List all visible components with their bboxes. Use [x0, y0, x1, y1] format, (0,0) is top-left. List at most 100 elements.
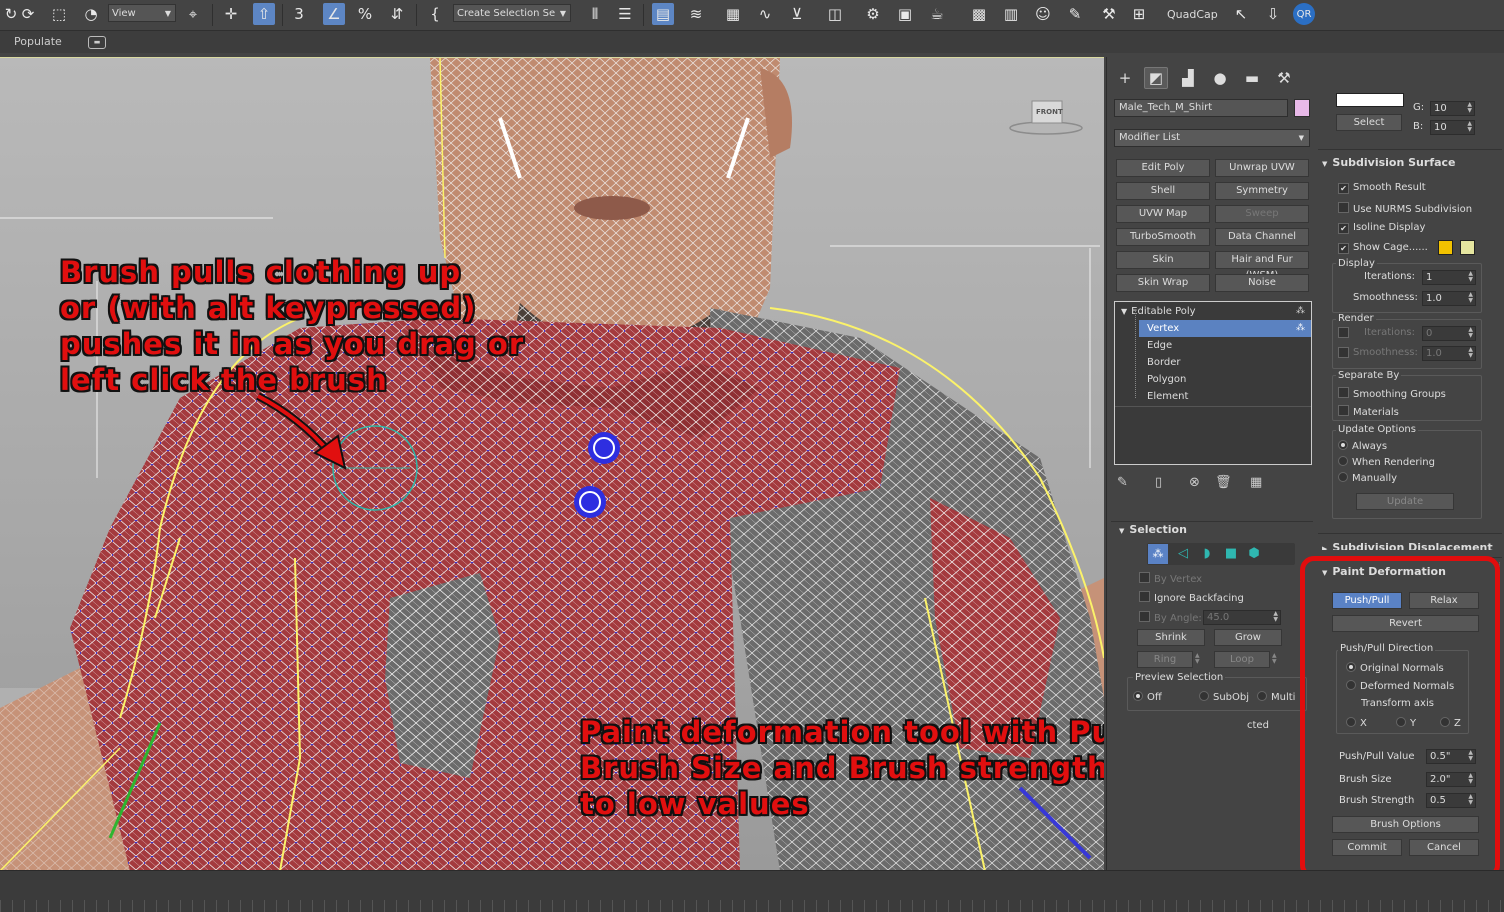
relax-button[interactable]: Relax: [1409, 592, 1479, 609]
modifier-button-skin-wrap[interactable]: Skin Wrap: [1116, 274, 1210, 292]
deformed-normals-radio[interactable]: Deformed Normals: [1346, 680, 1454, 693]
ribbon-toggle-icon[interactable]: ▬: [88, 36, 106, 49]
collapse-triangle-icon[interactable]: ▼: [1121, 307, 1127, 316]
by-angle-checkbox[interactable]: By Angle:: [1139, 611, 1202, 625]
layer-explorer-icon[interactable]: ≋: [685, 3, 707, 25]
modifier-button-turbosmooth[interactable]: TurboSmooth: [1116, 228, 1210, 246]
smooth-result-checkbox[interactable]: ✔ Smooth Result: [1338, 181, 1426, 194]
subdivision-surface-header[interactable]: ▼ Subdivision Surface: [1322, 156, 1456, 169]
materials-checkbox[interactable]: Materials: [1338, 405, 1399, 419]
loop-button[interactable]: Loop: [1214, 651, 1270, 668]
render-production-icon[interactable]: ☕: [926, 3, 948, 25]
named-selection-dropdown[interactable]: Create Selection Se ▼: [453, 4, 571, 22]
viewport-canvas-icon[interactable]: ▩: [968, 3, 990, 25]
ring-spinner-icon[interactable]: ▲ ▼: [1195, 653, 1200, 665]
keyboard-shortcut-override-icon[interactable]: ⇧: [253, 3, 275, 25]
render-smoothness-checkbox[interactable]: [1338, 347, 1353, 361]
stack-item-edge[interactable]: Edge: [1139, 337, 1311, 354]
modifier-button-noise[interactable]: Noise: [1215, 274, 1309, 292]
bone-tool-icon[interactable]: ⚒: [1098, 3, 1120, 25]
smoothing-groups-checkbox[interactable]: Smoothing Groups: [1338, 387, 1446, 401]
grow-button[interactable]: Grow: [1214, 629, 1282, 646]
modifier-button-shell[interactable]: Shell: [1116, 182, 1210, 200]
remove-modifier-icon[interactable]: 🗑: [1215, 475, 1232, 490]
curve-editor-icon[interactable]: ∿: [754, 3, 776, 25]
display-tab-icon[interactable]: ▬: [1240, 67, 1264, 89]
cursor-tool-icon[interactable]: ↖: [1230, 3, 1252, 25]
axis-z-radio[interactable]: Z: [1440, 717, 1461, 730]
brush-strength-spinner[interactable]: 0.5 ▲ ▼: [1426, 793, 1476, 808]
schematic-view-icon[interactable]: ⊻: [786, 3, 808, 25]
grid-tool-icon[interactable]: ⊞: [1128, 3, 1150, 25]
stack-item-element[interactable]: Element: [1139, 388, 1311, 405]
pin-stack-icon[interactable]: ✎: [1117, 475, 1128, 490]
show-cage-checkbox[interactable]: ✔ Show Cage......: [1338, 241, 1428, 254]
use-nurms-checkbox[interactable]: Use NURMS Subdivision: [1338, 202, 1472, 216]
modifier-button-uvw-map[interactable]: UVW Map: [1116, 205, 1210, 223]
subdivision-displacement-header[interactable]: ▶ Subdivision Displacement: [1322, 541, 1493, 550]
modifier-button-skin[interactable]: Skin: [1116, 251, 1210, 269]
update-always-radio[interactable]: Always: [1338, 440, 1387, 453]
by-angle-spinner[interactable]: 45.0 ▲ ▼: [1203, 610, 1281, 625]
show-end-result-icon[interactable]: ▯: [1155, 475, 1162, 490]
motion-tab-icon[interactable]: ●: [1208, 67, 1232, 89]
stack-item-vertex[interactable]: Vertex ⁂: [1139, 320, 1311, 337]
stack-item-border[interactable]: Border: [1139, 354, 1311, 371]
smoothness-spinner[interactable]: 1.0 ▲ ▼: [1422, 291, 1476, 306]
material-editor-icon[interactable]: ◫: [824, 3, 846, 25]
utilities-tab-icon[interactable]: ⚒: [1272, 67, 1296, 89]
percent-snap-icon[interactable]: %: [354, 3, 376, 25]
undo-icon[interactable]: ⟳: [17, 3, 39, 25]
configure-modifier-sets-icon[interactable]: ▦: [1250, 475, 1262, 490]
cage-color-swatch-2[interactable]: [1460, 240, 1475, 255]
render-iterations-checkbox[interactable]: [1338, 327, 1353, 341]
quick-render-icon[interactable]: QR: [1293, 3, 1315, 25]
element-mode-icon[interactable]: ⬢: [1244, 544, 1264, 564]
b-spinner[interactable]: 10 ▲ ▼: [1430, 120, 1475, 135]
modifier-button-data-channel[interactable]: Data Channel: [1215, 228, 1309, 246]
stack-item-editable-poly[interactable]: ▼ Editable Poly ⁂: [1115, 303, 1311, 320]
rollout-grip-icon[interactable]: ⁞⁞: [1496, 561, 1500, 569]
cancel-button[interactable]: Cancel: [1409, 839, 1479, 856]
color-preview-swatch[interactable]: [1336, 93, 1404, 107]
stack-item-polygon[interactable]: Polygon: [1139, 371, 1311, 388]
spinner-snap-icon[interactable]: ⇵: [386, 3, 408, 25]
scene-explorer-icon[interactable]: ▤: [652, 3, 674, 25]
toggle-ribbon-icon[interactable]: ▦: [722, 3, 744, 25]
object-color-swatch[interactable]: [1294, 99, 1310, 117]
modifier-button-symmetry[interactable]: Symmetry: [1215, 182, 1309, 200]
push-pull-button[interactable]: Push/Pull: [1332, 592, 1402, 609]
render-smoothness-spinner[interactable]: 1.0 ▲ ▼: [1422, 346, 1476, 361]
axis-x-radio[interactable]: X: [1346, 717, 1367, 730]
modifier-button-unwrap-uvw[interactable]: Unwrap UVW: [1215, 159, 1309, 177]
loop-spinner-icon[interactable]: ▲ ▼: [1272, 653, 1277, 665]
brush-options-button[interactable]: Brush Options: [1332, 816, 1479, 833]
cage-color-swatch-1[interactable]: [1438, 240, 1453, 255]
border-mode-icon[interactable]: ◗: [1197, 544, 1217, 564]
axis-y-radio[interactable]: Y: [1396, 717, 1416, 730]
render-setup-icon[interactable]: ⚙: [862, 3, 884, 25]
ring-button[interactable]: Ring: [1137, 651, 1193, 668]
polygon-mode-icon[interactable]: ■: [1221, 544, 1241, 564]
align-icon[interactable]: ☰: [614, 3, 636, 25]
character-icon[interactable]: ☺: [1032, 3, 1054, 25]
create-tab-icon[interactable]: +: [1113, 67, 1137, 89]
ribbon-tab-populate[interactable]: Populate: [14, 35, 62, 48]
select-region-icon[interactable]: ⬚: [48, 3, 70, 25]
brush-tool-icon[interactable]: ✎: [1064, 3, 1086, 25]
move-icon[interactable]: ✛: [220, 3, 242, 25]
isoline-display-checkbox[interactable]: ✔ Isoline Display: [1338, 221, 1425, 234]
push-pull-value-spinner[interactable]: 0.5" ▲ ▼: [1426, 749, 1476, 764]
snap-toggle-icon[interactable]: 3: [288, 3, 310, 25]
modify-tab-icon[interactable]: ◩: [1144, 67, 1168, 89]
by-vertex-checkbox[interactable]: By Vertex: [1139, 572, 1202, 586]
color-select-button[interactable]: Select: [1336, 114, 1402, 131]
brush-size-spinner[interactable]: 2.0" ▲ ▼: [1426, 772, 1476, 787]
preview-subobj-radio[interactable]: SubObj: [1199, 691, 1249, 704]
update-button[interactable]: Update: [1356, 493, 1454, 510]
mirror-icon[interactable]: ⫴: [584, 3, 606, 25]
update-manually-radio[interactable]: Manually: [1338, 472, 1397, 485]
iterations-spinner[interactable]: 1 ▲ ▼: [1422, 270, 1476, 285]
download-icon[interactable]: ⇩: [1262, 3, 1284, 25]
preview-multi-radio[interactable]: Multi: [1257, 691, 1295, 704]
